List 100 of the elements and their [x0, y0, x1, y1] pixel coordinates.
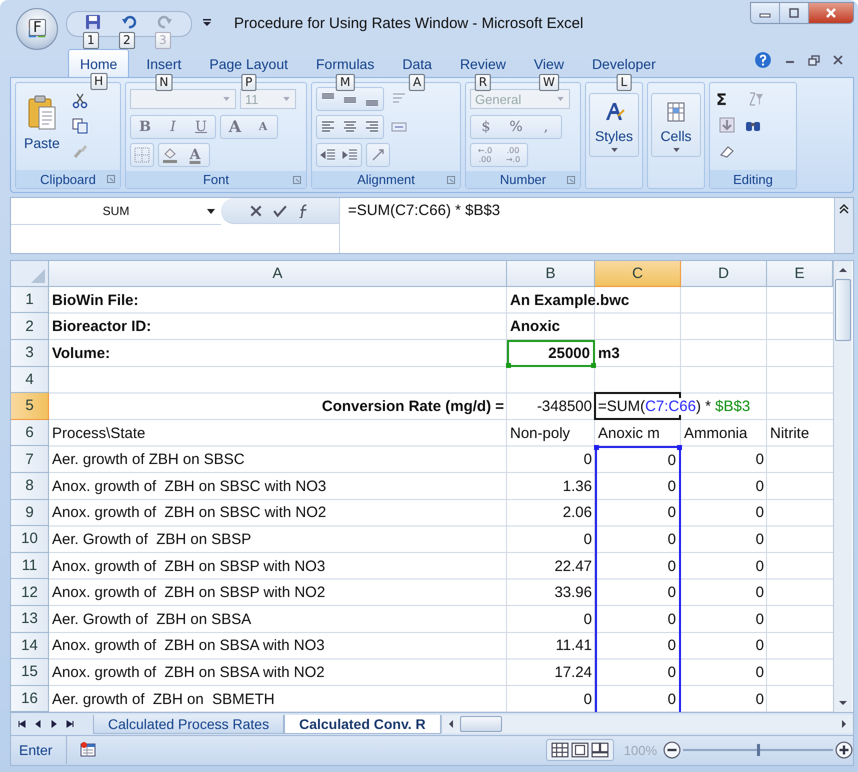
row-header[interactable]: 3: [11, 340, 49, 367]
row-header[interactable]: 6: [11, 420, 49, 446]
shrink-font-button[interactable]: A: [249, 116, 277, 138]
ribbon-tab[interactable]: Home: [68, 49, 130, 78]
currency-button[interactable]: $: [471, 116, 501, 138]
highlighted-cell[interactable]: 0: [595, 606, 681, 633]
name-box[interactable]: SUM: [11, 198, 221, 226]
sheet-navigation-icon[interactable]: [33, 719, 43, 730]
paste-button[interactable]: Paste: [20, 93, 64, 166]
zoom-out-icon[interactable]: [663, 741, 681, 760]
fill-down-icon[interactable]: [719, 117, 735, 134]
slider-thumb[interactable]: [757, 744, 760, 756]
table-cell: Nitrite: [770, 424, 810, 442]
table-cell: 0: [756, 504, 764, 522]
table-cell: -348500: [536, 398, 592, 415]
row-header[interactable]: 12: [11, 579, 49, 606]
keytip: M: [336, 74, 354, 92]
row-header[interactable]: 16: [11, 686, 49, 712]
table-cell: BioWin File:: [52, 292, 139, 309]
bold-button[interactable]: B: [131, 116, 159, 138]
row-header[interactable]: 2: [11, 313, 49, 340]
column-header[interactable]: A: [49, 260, 507, 287]
row-header[interactable]: 4: [11, 366, 49, 394]
zoom-in-icon[interactable]: [835, 741, 853, 760]
highlighted-cell[interactable]: 0: [595, 552, 681, 580]
highlighted-cell[interactable]: 25000: [507, 340, 595, 367]
close-button[interactable]: [809, 3, 853, 23]
row-header[interactable]: 8: [11, 472, 49, 500]
check-icon[interactable]: [273, 204, 287, 218]
fill-bucket-icon[interactable]: [162, 147, 178, 164]
scrollbar-thumb[interactable]: [835, 278, 851, 341]
sheet-navigation-icon[interactable]: [65, 719, 75, 730]
copy-icon[interactable]: [72, 118, 88, 134]
save-icon[interactable]: [85, 14, 101, 30]
table-cell: Ammonia: [684, 424, 748, 442]
sheet-tab[interactable]: Calculated Conv. R: [284, 714, 441, 734]
cell-value: 0: [668, 664, 676, 681]
autosum-button[interactable]: Σ: [716, 90, 727, 109]
row-header[interactable]: 7: [11, 446, 49, 473]
column-header[interactable]: C: [595, 260, 681, 287]
page-layout-view-icon[interactable]: [570, 742, 589, 758]
column-header[interactable]: E: [767, 260, 833, 287]
comma-button[interactable]: ,: [531, 116, 561, 138]
keytip: 2: [119, 32, 135, 49]
expand-formula-bar-button[interactable]: [834, 198, 853, 253]
highlighted-cell[interactable]: 0: [595, 632, 681, 660]
undo-icon[interactable]: [121, 14, 137, 30]
row-header[interactable]: 11: [11, 552, 49, 580]
minimize-button[interactable]: [751, 3, 780, 23]
highlighted-cell[interactable]: 0: [595, 659, 681, 686]
normal-view-icon[interactable]: [550, 742, 569, 758]
restore-icon[interactable]: [808, 54, 820, 66]
grow-font-button[interactable]: A: [221, 116, 249, 138]
cancel-icon[interactable]: [249, 204, 263, 218]
column-header[interactable]: B: [507, 260, 595, 287]
sheet-navigation-icon[interactable]: [49, 719, 59, 730]
column-header[interactable]: D: [681, 260, 767, 287]
scissors-icon[interactable]: [72, 93, 88, 110]
table-cell: 2.06: [562, 504, 592, 522]
sheet-navigation-icon[interactable]: [17, 719, 27, 730]
italic-button[interactable]: I: [159, 116, 187, 138]
caret-icon: [672, 148, 680, 152]
page-break-view-icon[interactable]: [590, 742, 609, 758]
vertical-scrollbar[interactable]: [833, 260, 852, 712]
table-cell: 0: [756, 664, 764, 681]
office-button[interactable]: F: [16, 8, 58, 50]
maximize-button[interactable]: [780, 3, 809, 23]
maximize-icon: [787, 8, 801, 18]
styles-button[interactable]: Styles: [589, 93, 639, 158]
scrollbar-thumb[interactable]: [460, 716, 502, 732]
scroll-right-icon[interactable]: [839, 719, 849, 730]
sheet-tab[interactable]: Calculated Process Rates: [93, 714, 284, 734]
customize-caret-icon[interactable]: [202, 18, 212, 28]
row-header[interactable]: 9: [11, 500, 49, 526]
row-header[interactable]: 14: [11, 632, 49, 660]
table-cell: Anox. growth of ZBH on SBSP with NO2: [52, 584, 326, 602]
highlighted-cell[interactable]: 0: [595, 472, 681, 500]
clipboard-icon: [26, 95, 57, 132]
row-header[interactable]: 13: [11, 606, 49, 633]
horizontal-scrollbar[interactable]: [440, 715, 853, 734]
underline-button[interactable]: U: [187, 116, 215, 138]
row-header[interactable]: 1: [11, 286, 49, 314]
help-icon[interactable]: [754, 51, 772, 70]
table-cell: 0: [756, 558, 764, 575]
highlighted-cell[interactable]: 0: [595, 500, 681, 526]
row-header[interactable]: 15: [11, 659, 49, 686]
table-cell: 0: [584, 610, 592, 628]
cells-button[interactable]: Cells: [651, 93, 701, 158]
table-cell: Anoxic: [510, 318, 560, 336]
keytip: A: [409, 74, 426, 92]
row-header[interactable]: 10: [11, 526, 49, 553]
record-macro-icon[interactable]: [79, 742, 98, 758]
highlighted-cell[interactable]: 0: [595, 579, 681, 606]
highlighted-cell[interactable]: 0: [595, 446, 681, 473]
highlighted-cell[interactable]: 0: [595, 526, 681, 553]
keytip: R: [474, 74, 492, 92]
double-caret-icon: [839, 204, 849, 214]
row-header[interactable]: 5: [11, 393, 49, 420]
percent-button[interactable]: %: [501, 116, 531, 138]
close-icon[interactable]: [832, 54, 844, 66]
